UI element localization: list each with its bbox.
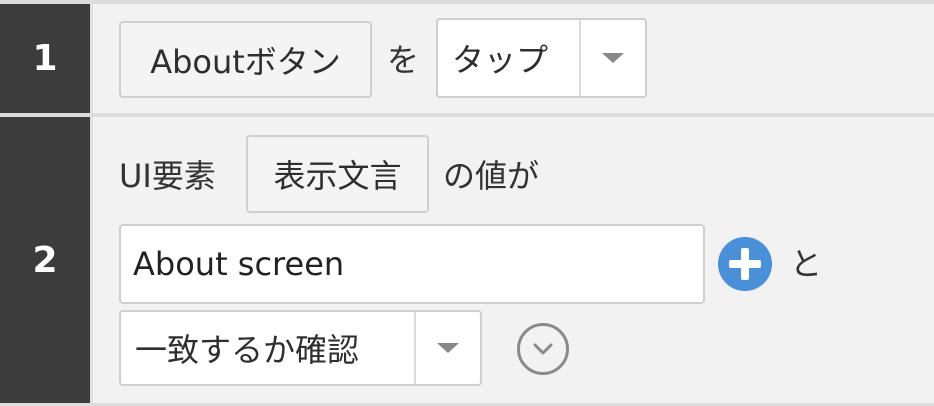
comparison-select[interactable]: 一致するか確認 bbox=[119, 310, 482, 386]
attribute-chip[interactable]: 表示文言 bbox=[246, 135, 429, 213]
particle-wo: を bbox=[387, 41, 420, 79]
step-number-1: 1 bbox=[0, 4, 90, 113]
caret-down-icon bbox=[602, 53, 624, 63]
step-number-2: 2 bbox=[0, 117, 90, 403]
action-select-toggle[interactable] bbox=[579, 20, 645, 96]
plus-circle-icon[interactable] bbox=[718, 237, 772, 291]
chevron-down-circle-icon[interactable] bbox=[517, 323, 569, 375]
action-select[interactable]: タップ bbox=[436, 18, 647, 98]
caret-down-icon bbox=[437, 343, 459, 353]
target-element-chip[interactable]: Aboutボタン bbox=[119, 21, 372, 98]
expected-value-input[interactable]: About screen bbox=[119, 224, 705, 304]
chevron-down-icon bbox=[533, 343, 553, 355]
action-select-value: タップ bbox=[452, 41, 549, 79]
ui-element-label: UI要素 bbox=[119, 157, 216, 195]
and-label: と bbox=[790, 245, 823, 283]
comparison-select-toggle[interactable] bbox=[414, 312, 480, 384]
comparison-select-value: 一致するか確認 bbox=[135, 331, 360, 369]
value-label: の値が bbox=[443, 157, 540, 195]
